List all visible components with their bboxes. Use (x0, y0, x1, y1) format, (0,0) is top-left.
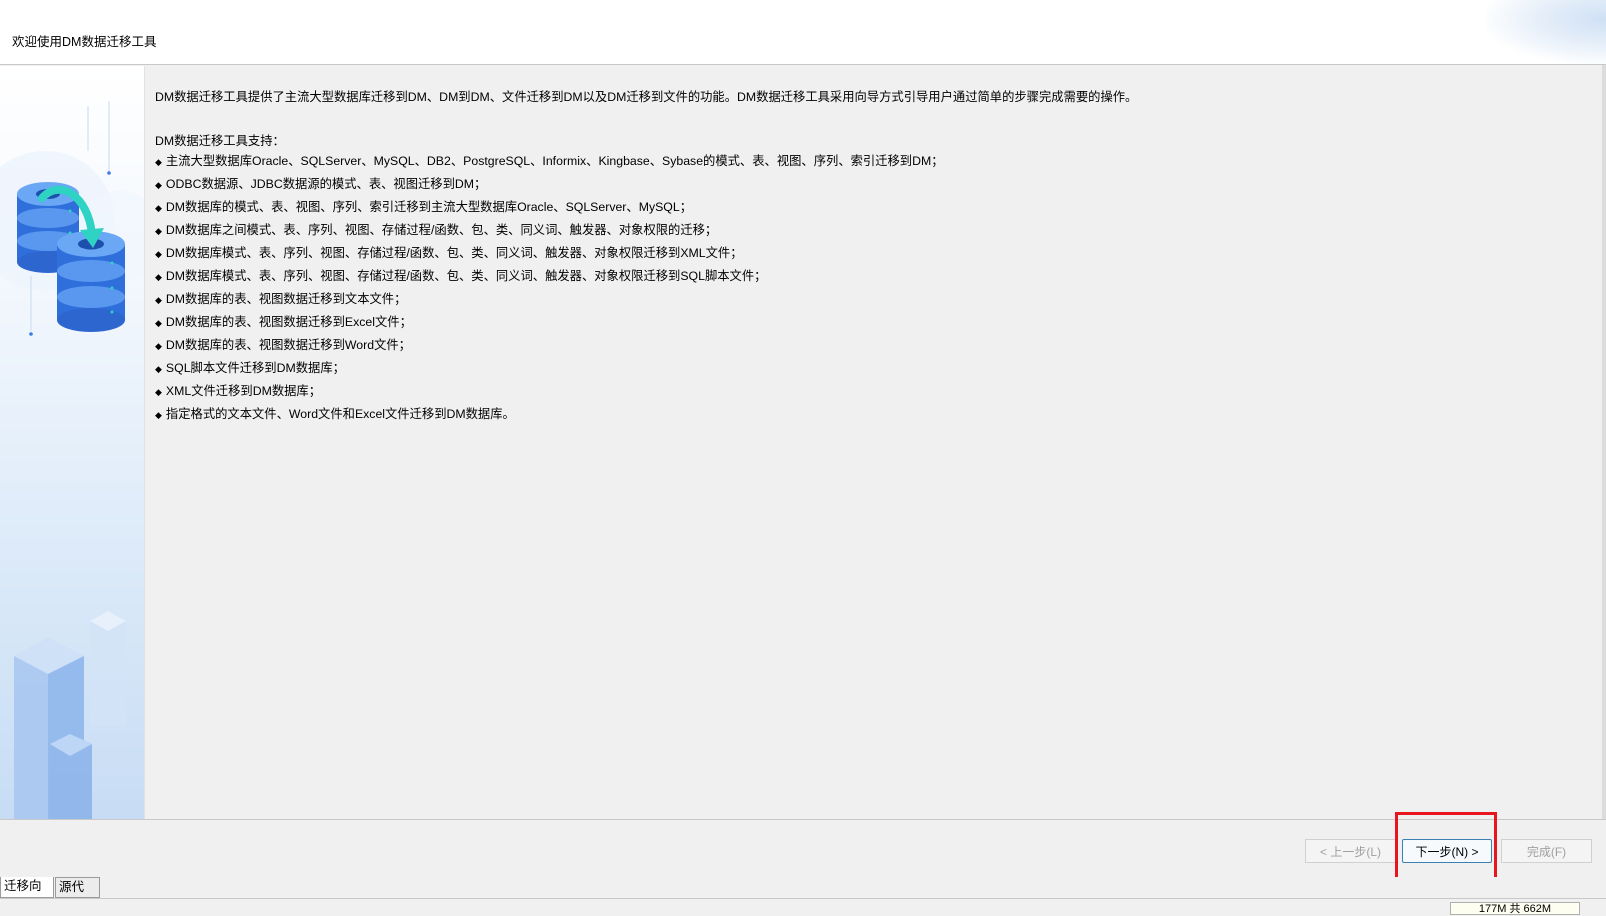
wizard-button-bar: < 上一步(L) 下一步(N) > 完成(F) (0, 819, 1606, 877)
list-item: ◆ SQL脚本文件迁移到DM数据库； (155, 361, 345, 375)
diamond-bullet-icon: ◆ (155, 203, 162, 213)
diamond-bullet-icon: ◆ (155, 295, 162, 305)
decorative-buildings (14, 611, 126, 819)
memory-indicator[interactable]: 177M 共 662M (1450, 902, 1580, 915)
diamond-bullet-icon: ◆ (155, 341, 162, 351)
diamond-bullet-icon: ◆ (155, 226, 162, 236)
list-item: ◆ DM数据库的表、视图数据迁移到Word文件； (155, 338, 411, 352)
diamond-bullet-icon: ◆ (155, 387, 162, 397)
status-bar: 177M 共 662M (0, 898, 1606, 915)
list-item: ◆ DM数据库模式、表、序列、视图、存储过程/函数、包、类、同义词、触发器、对象权… (155, 246, 743, 260)
list-item: ◆ ODBC数据源、JDBC数据源的模式、表、视图迁移到DM； (155, 177, 487, 191)
diamond-bullet-icon: ◆ (155, 318, 162, 328)
diamond-bullet-icon: ◆ (155, 272, 162, 282)
next-button-highlight (1395, 812, 1497, 882)
intro-text: DM数据迁移工具提供了主流大型数据库迁移到DM、DM到DM、文件迁移到DM以及D… (155, 90, 1138, 104)
list-item: ◆ DM数据库模式、表、序列、视图、存储过程/函数、包、类、同义词、触发器、对象权… (155, 269, 767, 283)
page-title: 欢迎使用DM数据迁移工具 (12, 35, 157, 49)
list-item: ◆ DM数据库的模式、表、视图、序列、索引迁移到主流大型数据库Oracle、SQL… (155, 200, 692, 214)
diamond-bullet-icon: ◆ (155, 157, 162, 167)
previous-button[interactable]: < 上一步(L) (1305, 839, 1396, 863)
side-illustration (0, 66, 145, 819)
finish-button[interactable]: 完成(F) (1501, 839, 1592, 863)
list-item: ◆ 主流大型数据库Oracle、SQLServer、MySQL、DB2、Postg… (155, 154, 944, 168)
database-migration-illustration (0, 101, 144, 819)
diamond-bullet-icon: ◆ (155, 180, 162, 190)
header-decoration (1486, 0, 1606, 64)
list-item: ◆ DM数据库之间模式、表、序列、视图、存储过程/函数、包、类、同义词、触发器、对… (155, 223, 718, 237)
bottom-tab-bar: 迁移向导 源代码 (0, 877, 1606, 913)
diamond-bullet-icon: ◆ (155, 410, 162, 420)
tab-source-code[interactable]: 源代码 (55, 877, 100, 913)
feature-list: ◆ 主流大型数据库Oracle、SQLServer、MySQL、DB2、Postg… (155, 150, 1596, 426)
list-item: ◆ DM数据库的表、视图数据迁移到文本文件； (155, 292, 407, 306)
tab-migration-wizard[interactable]: 迁移向导 (0, 877, 54, 912)
list-item: ◆ DM数据库的表、视图数据迁移到Excel文件； (155, 315, 412, 329)
list-item: ◆ XML文件迁移到DM数据库； (155, 384, 322, 398)
welcome-content: DM数据迁移工具提供了主流大型数据库迁移到DM、DM到DM、文件迁移到DM以及D… (155, 88, 1596, 426)
window-edge (1602, 65, 1606, 820)
diamond-bullet-icon: ◆ (155, 364, 162, 374)
target-database-icon (57, 231, 125, 332)
list-item: ◆ 指定格式的文本文件、Word文件和Excel文件迁移到DM数据库。 (155, 407, 515, 421)
diamond-bullet-icon: ◆ (155, 249, 162, 259)
wizard-header: 欢迎使用DM数据迁移工具 (0, 0, 1606, 65)
support-heading: DM数据迁移工具支持： (155, 134, 285, 148)
